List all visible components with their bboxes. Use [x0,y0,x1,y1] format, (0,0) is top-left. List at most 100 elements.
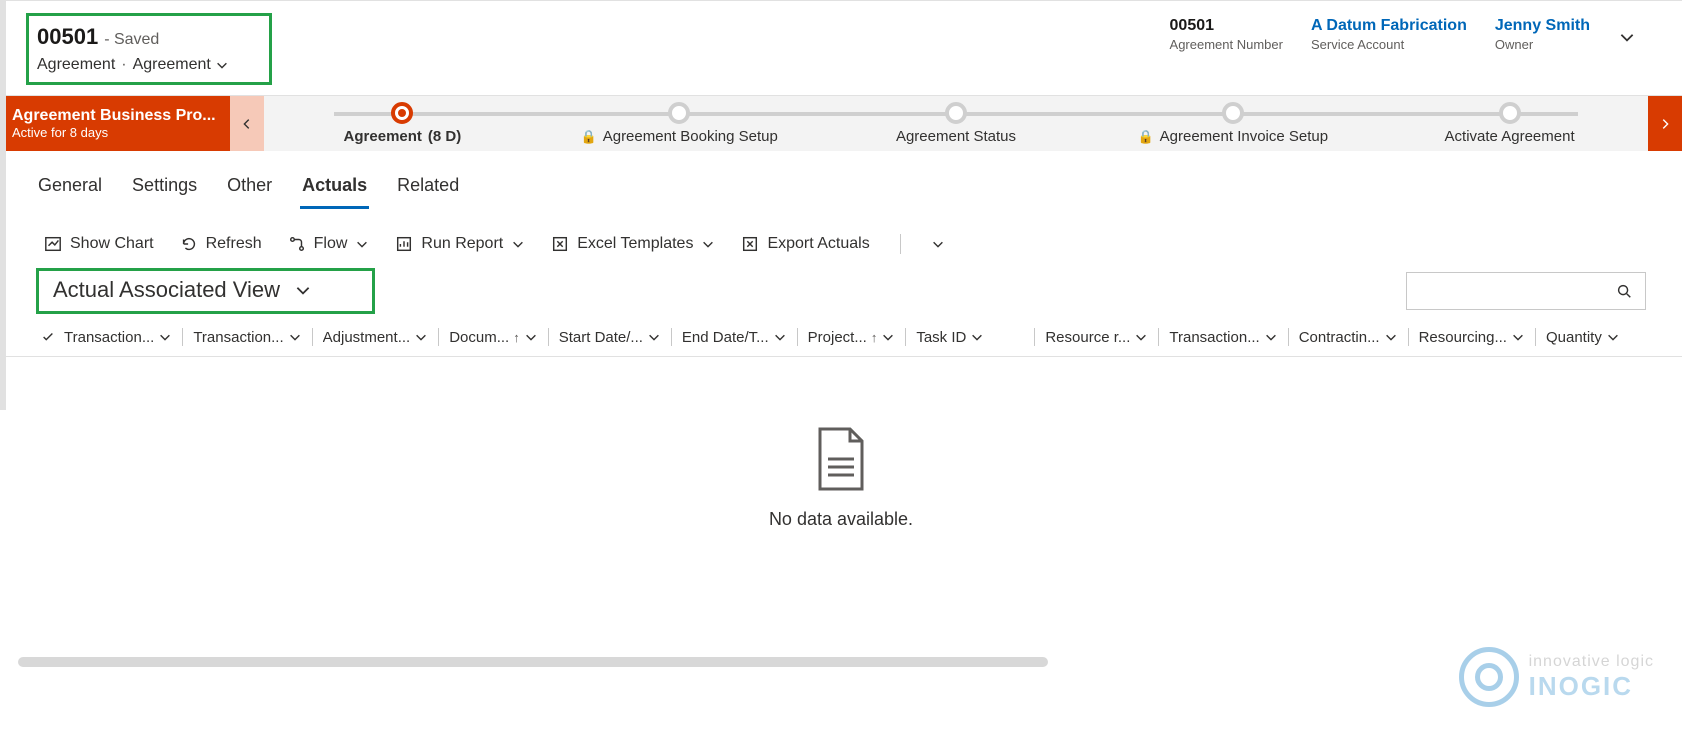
flow-button[interactable]: Flow [288,235,370,253]
column-header[interactable]: Start Date/... [555,329,665,346]
horizontal-scrollbar[interactable] [18,657,1048,667]
header-expand-button[interactable] [1618,28,1636,49]
show-chart-button[interactable]: Show Chart [44,235,154,253]
flow-icon [288,235,306,253]
subgrid-toolbar: Show Chart Refresh Flow Run Report Excel… [0,210,1682,260]
column-separator [1288,328,1289,346]
chevron-down-icon [970,330,984,344]
record-id: 00501 [37,24,98,50]
bpf-next-button[interactable] [1648,96,1682,151]
lock-icon: 🔒 [1137,129,1153,145]
column-header[interactable]: Quantity [1542,329,1624,346]
refresh-icon [180,235,198,253]
bpf-title-block[interactable]: Agreement Business Pro... Active for 8 d… [0,96,230,151]
column-separator [1408,328,1409,346]
column-header[interactable]: Docum...↑ [445,329,542,346]
chevron-down-icon [773,330,787,344]
column-header[interactable]: Transaction... [60,329,176,346]
column-header[interactable]: Resource r... [1041,329,1152,346]
tab-other[interactable]: Other [225,169,274,209]
column-separator [548,328,549,346]
tab-settings[interactable]: Settings [130,169,199,209]
chevron-down-icon [414,330,428,344]
chevron-down-icon [511,237,525,251]
header-field-label: Service Account [1311,37,1467,52]
column-header-label: Contractin... [1299,329,1380,346]
grid-column-headers: Transaction... Transaction... Adjustment..… [0,322,1682,357]
form-selector[interactable]: Agreement [133,56,229,74]
bpf-stage-status[interactable]: Agreement Status [818,96,1095,151]
run-report-button[interactable]: Run Report [395,235,525,253]
check-icon [41,330,55,344]
column-separator [182,328,183,346]
chevron-down-icon [288,330,302,344]
column-header-label: Start Date/... [559,329,643,346]
watermark-line2: inogic [1529,671,1654,702]
bpf-stage-invoice-setup[interactable]: 🔒 Agreement Invoice Setup [1094,96,1371,151]
chevron-down-icon [524,330,538,344]
watermark-logo-icon [1459,647,1519,707]
header-field-value: A Datum Fabrication [1311,17,1467,35]
bpf-stage-marker [945,102,967,124]
excel-templates-button[interactable]: Excel Templates [551,235,715,253]
empty-state-text: No data available. [769,509,913,530]
chevron-down-icon [1511,330,1525,344]
form-header: 00501 - Saved Agreement · Agreement 0050… [0,0,1682,95]
chevron-down-icon [1606,330,1620,344]
bpf-name: Agreement Business Pro... [12,107,218,125]
column-separator [671,328,672,346]
tab-related[interactable]: Related [395,169,461,209]
grid-search-input[interactable] [1406,272,1646,310]
column-header[interactable]: Resourcing... [1415,329,1529,346]
record-title-block: 00501 - Saved Agreement · Agreement [26,13,272,85]
header-field-agreement-number: 00501 Agreement Number [1170,17,1283,52]
header-field-label: Agreement Number [1170,37,1283,52]
run-report-label: Run Report [421,235,503,253]
bpf-stages: Agreement (8 D) 🔒 Agreement Booking Setu… [264,96,1648,151]
watermark-line1: innovative logic [1529,653,1654,671]
sort-ascending-icon: ↑ [513,330,520,345]
column-header-label: Transaction... [64,329,154,346]
column-header[interactable]: End Date/T... [678,329,791,346]
header-field-value: 00501 [1170,17,1283,35]
column-header-label: End Date/T... [682,329,769,346]
chevron-down-icon [647,330,661,344]
toolbar-overflow-button[interactable] [931,237,945,251]
refresh-label: Refresh [206,235,262,253]
column-header[interactable]: Task ID [912,329,988,346]
header-field-owner[interactable]: Jenny Smith Owner [1495,17,1590,52]
view-selector[interactable]: Actual Associated View [36,268,375,314]
export-icon [741,235,759,253]
column-header[interactable]: Transaction... [1165,329,1281,346]
chevron-down-icon [158,330,172,344]
export-button[interactable]: Export Actuals [741,235,869,253]
column-header[interactable]: Project...↑ [804,329,900,346]
column-header[interactable]: Contractin... [1295,329,1402,346]
column-header[interactable]: Adjustment... [319,329,433,346]
export-label: Export Actuals [767,235,869,253]
select-all-checkbox[interactable] [36,330,60,344]
scrollbar-left [0,0,6,410]
bpf-stage-activate[interactable]: Activate Agreement [1371,96,1648,151]
saved-status: - Saved [104,31,159,49]
chevron-down-icon [215,58,229,72]
column-header-label: Project... [808,329,867,346]
column-header-label: Resource r... [1045,329,1130,346]
chevron-down-icon [881,330,895,344]
column-separator [1535,328,1536,346]
refresh-button[interactable]: Refresh [180,235,262,253]
bpf-stage-booking-setup[interactable]: 🔒 Agreement Booking Setup [541,96,818,151]
column-header-label: Transaction... [1169,329,1259,346]
column-header[interactable]: Transaction... [189,329,305,346]
tab-actuals[interactable]: Actuals [300,169,369,209]
bpf-stage-label: Agreement [344,128,422,145]
header-field-service-account[interactable]: A Datum Fabrication Service Account [1311,17,1467,52]
tab-general[interactable]: General [36,169,104,209]
bpf-stage-agreement[interactable]: Agreement (8 D) [264,96,541,151]
watermark: innovative logic inogic [1459,647,1654,707]
bpf-prev-button[interactable] [230,96,264,151]
search-icon [1615,282,1633,300]
column-separator [905,328,906,346]
view-name: Actual Associated View [53,277,280,303]
bpf-stage-marker [391,102,413,124]
